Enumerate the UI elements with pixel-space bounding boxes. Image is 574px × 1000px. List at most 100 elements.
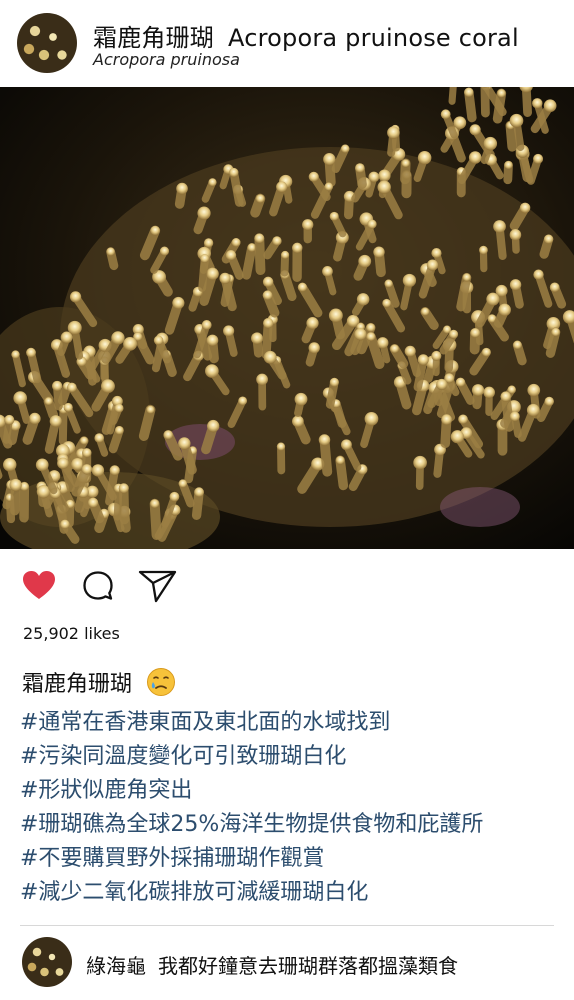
coral-polyp [225, 250, 237, 261]
coral-polyp [356, 293, 370, 306]
coral-polyp [384, 279, 393, 288]
coral-polyp [441, 414, 452, 426]
coral-polyp [114, 425, 124, 435]
coral-branch [480, 87, 490, 118]
hashtag[interactable]: #珊瑚礁為全球25%海洋生物提供食物和庇護所 [20, 808, 483, 842]
coral-polyp [80, 436, 89, 445]
coral-polyp [178, 479, 188, 488]
coral-polyp [111, 331, 125, 345]
coral-polyp [106, 247, 115, 256]
coral-polyp [366, 332, 376, 342]
coral-polyp [150, 225, 160, 236]
post-title-chinese: 霜鹿角珊瑚 [93, 24, 214, 52]
coral-polyp [543, 234, 554, 244]
coral-polyp [263, 350, 277, 364]
coral-polyp [486, 292, 500, 306]
coral-polyp [201, 320, 212, 330]
coral-polyp [87, 497, 99, 508]
coral-polyp [263, 318, 274, 329]
post-actions [0, 560, 574, 610]
hashtag[interactable]: #不要購買野外採捕珊瑚作觀賞 [20, 842, 483, 876]
coral-polyp [497, 89, 506, 98]
comment-row: 綠海龜 我都好鐘意去珊瑚群落都搵藻類食 [0, 935, 574, 990]
comment-body: 綠海龜 我都好鐘意去珊瑚群落都搵藻類食 [86, 950, 458, 979]
coral-polyp [329, 377, 339, 387]
coral-polyp [378, 169, 391, 182]
coral-polyp [256, 373, 268, 386]
coral-branch [138, 404, 156, 441]
coral-polyp [231, 238, 241, 247]
coral-polyp [197, 206, 211, 220]
coral-polyp [382, 298, 391, 308]
coral-polyp [479, 245, 488, 255]
coral-polyp [436, 378, 448, 390]
coral-polyp [66, 382, 77, 393]
coral-polyp [329, 211, 339, 221]
coral-polyp [297, 282, 308, 292]
coral-polyp [373, 246, 385, 258]
coral-polyp [449, 329, 459, 339]
hashtag[interactable]: #減少二氧化碳排放可減緩珊瑚白化 [20, 876, 483, 910]
coral-polyp [194, 487, 204, 498]
coral-polyp [431, 248, 442, 259]
coral-polyp [207, 419, 220, 433]
coral-polyp [308, 171, 319, 182]
coral-polyp [94, 433, 105, 443]
coral-polyp [421, 307, 430, 316]
coral-polyp [49, 415, 62, 428]
hashtag[interactable]: #污染同溫度變化可引致珊瑚白化 [20, 740, 483, 774]
coral-polyp [509, 411, 520, 422]
profile-avatar[interactable] [17, 13, 77, 73]
coral-polyp [481, 347, 491, 357]
coral-polyp [159, 246, 170, 256]
post-photo[interactable] [0, 87, 574, 549]
heart-icon[interactable] [22, 570, 56, 604]
coral-polyp [367, 219, 377, 229]
coral-branch [448, 87, 457, 105]
coral-polyp [146, 405, 155, 414]
coral-polyp [276, 181, 288, 193]
coral-polyp [417, 150, 432, 165]
coral-polyp [176, 182, 188, 195]
coral-polyp [153, 335, 164, 346]
coral-polyp [82, 448, 92, 458]
coral-polyp [262, 290, 273, 301]
coral-polyp [532, 98, 543, 109]
coral-polyp [51, 380, 63, 392]
coral-polyp [9, 478, 22, 492]
coral-polyp [67, 320, 82, 335]
comment-icon[interactable] [82, 570, 114, 606]
coral-polyp [335, 455, 345, 465]
coral-polyp [229, 167, 239, 178]
coral-polyp [533, 153, 544, 164]
coral-polyp [358, 254, 372, 268]
post-header: 霜鹿角珊瑚 Acropora pruinose coral Acropora pr… [0, 0, 574, 86]
coral-polyp [169, 491, 180, 502]
likes-count[interactable]: 25,902 likes [23, 624, 120, 643]
coral-polyp [254, 233, 265, 244]
share-icon[interactable] [138, 568, 178, 608]
coral-polyp [118, 483, 129, 494]
hashtag[interactable]: #形狀似鹿角突出 [20, 774, 483, 808]
coral-polyp [426, 259, 439, 271]
post-subtitle: Acropora pruinosa [93, 50, 240, 69]
coral-polyp [355, 163, 365, 173]
commenter-avatar[interactable] [22, 937, 72, 987]
coral-polyp [404, 345, 416, 357]
comment-author[interactable]: 綠海龜 [86, 954, 146, 978]
coral-polyp [13, 391, 28, 405]
coral-polyp [543, 99, 557, 113]
coral-polyp [509, 113, 524, 128]
coral-polyp [109, 465, 120, 476]
coral-polyp [60, 519, 70, 530]
coral-polyp [91, 464, 105, 477]
coral-polyp [206, 267, 219, 281]
coral-polyp [526, 403, 540, 417]
coral-branch [456, 272, 472, 312]
coral-polyp [500, 391, 511, 402]
coral-polyp [413, 455, 427, 470]
coral-polyp [468, 151, 482, 164]
hashtag[interactable]: #通常在香港東面及東北面的水域找到 [20, 706, 483, 740]
coral-polyp [549, 282, 560, 293]
coral-polyp [114, 403, 124, 413]
